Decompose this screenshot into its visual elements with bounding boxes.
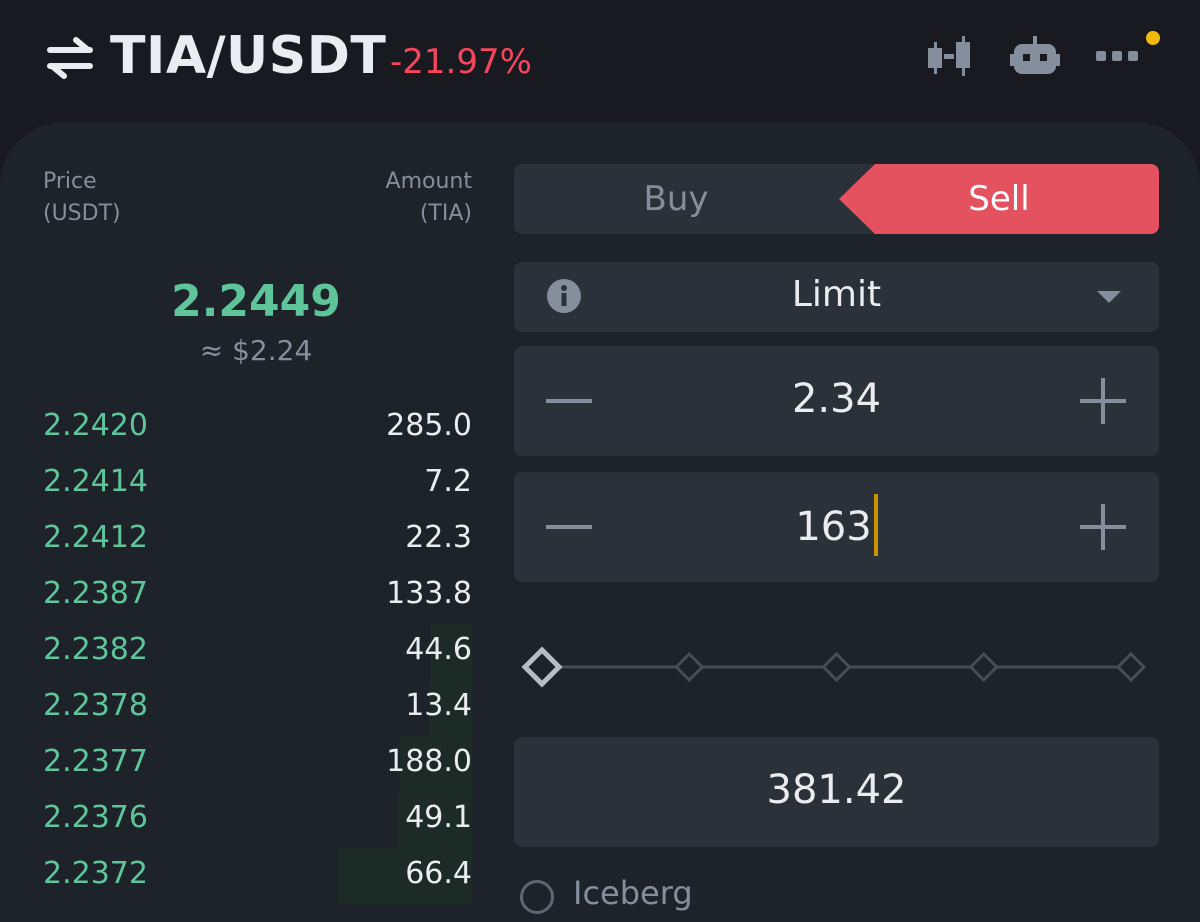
row-price: 2.2377 (43, 744, 148, 779)
row-amount: 49.1 (405, 800, 472, 835)
amount-header-unit: (TIA) (419, 201, 472, 226)
row-amount: 66.4 (405, 856, 472, 891)
chevron-down-icon (1097, 291, 1121, 303)
price-column-header: Price (USDT) (43, 166, 121, 230)
buy-tab[interactable]: Buy (514, 164, 838, 234)
row-amount: 188.0 (386, 744, 472, 779)
iceberg-checkbox[interactable] (520, 880, 554, 914)
slider-thumb[interactable] (521, 646, 563, 688)
order-book-row[interactable]: 2.2376 49.1 (0, 792, 472, 848)
amount-value: 163 (795, 504, 872, 550)
row-price: 2.2376 (43, 800, 148, 835)
row-price: 2.2412 (43, 520, 148, 555)
row-price: 2.2420 (43, 408, 148, 443)
price-change-percent: -21.97% (390, 42, 532, 82)
row-amount: 44.6 (405, 632, 472, 667)
row-amount: 22.3 (405, 520, 472, 555)
slider-step-marker[interactable] (821, 651, 852, 683)
order-book-row[interactable]: 2.2414 7.2 (0, 456, 472, 512)
order-type-select[interactable]: Limit (514, 262, 1159, 332)
robot-icon[interactable] (1010, 34, 1060, 84)
order-book-row[interactable]: 2.2420 285.0 (0, 400, 472, 456)
row-price: 2.2378 (43, 688, 148, 723)
swap-arrows-icon[interactable] (46, 36, 94, 80)
price-stepper: 2.34 (514, 346, 1159, 456)
pair-title[interactable]: TIA/USDT (110, 26, 386, 86)
slider-step-marker[interactable] (1115, 651, 1147, 683)
sell-tab-label: Sell (968, 179, 1030, 219)
last-price-usd: ≈ $2.24 (199, 334, 313, 367)
order-book-row[interactable]: 2.2382 44.6 (0, 624, 472, 680)
row-amount: 7.2 (424, 464, 472, 499)
row-amount: 133.8 (386, 576, 472, 611)
total-value: 381.42 (766, 767, 907, 813)
row-price: 2.2382 (43, 632, 148, 667)
amount-stepper: 163 (514, 472, 1159, 582)
slider-step-marker[interactable] (674, 651, 705, 683)
amount-header-label: Amount (385, 169, 472, 194)
row-price: 2.2414 (43, 464, 148, 499)
sell-tab[interactable]: Sell (839, 164, 1159, 234)
text-cursor (873, 494, 878, 556)
row-amount: 285.0 (386, 408, 472, 443)
last-price[interactable]: 2.2449 (0, 276, 512, 327)
amount-input[interactable]: 163 (514, 494, 1159, 556)
total-field[interactable]: 381.42 (514, 737, 1159, 847)
order-book-row[interactable]: 2.2387 133.8 (0, 568, 472, 624)
amount-increase-button[interactable] (1080, 504, 1126, 550)
candlestick-chart-icon[interactable] (924, 34, 974, 84)
order-book-row[interactable]: 2.2378 13.4 (0, 680, 472, 736)
amount-column-header: Amount (TIA) (300, 166, 472, 230)
order-type-label: Limit (791, 274, 882, 315)
price-increase-button[interactable] (1080, 378, 1126, 424)
row-amount: 13.4 (405, 688, 472, 723)
more-icon[interactable] (1096, 48, 1140, 67)
price-input[interactable]: 2.34 (514, 376, 1159, 422)
price-header-label: Price (43, 169, 97, 194)
slider-step-marker[interactable] (968, 651, 999, 683)
row-price: 2.2372 (43, 856, 148, 891)
row-price: 2.2387 (43, 576, 148, 611)
price-header-unit: (USDT) (43, 201, 121, 226)
header: TIA/USDT -21.97% (0, 0, 1200, 120)
iceberg-label: Iceberg (573, 874, 693, 912)
order-book-row[interactable]: 2.2412 22.3 (0, 512, 472, 568)
buy-sell-toggle: Buy Sell (514, 164, 1159, 234)
order-book-row[interactable]: 2.2377 188.0 (0, 736, 472, 792)
order-book-row[interactable]: 2.2372 66.4 (0, 848, 472, 904)
notification-dot (1146, 31, 1160, 45)
amount-percent-slider[interactable] (514, 640, 1159, 694)
